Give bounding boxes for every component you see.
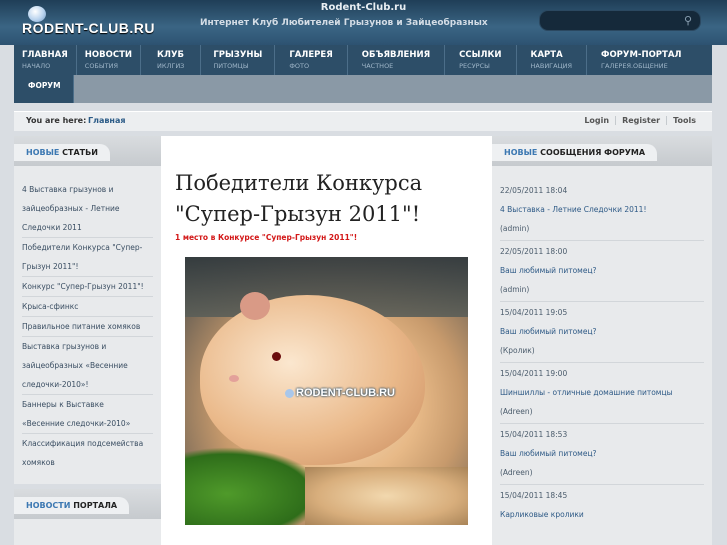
post-author: (Кролик) bbox=[500, 346, 535, 355]
nav-item-ads[interactable]: ОБЪЯВЛЕНИЯ ЧАСТНОЕ bbox=[348, 45, 446, 75]
article-subtitle: 1 место в Конкурсе "Супер-Грызун 2011"! bbox=[175, 233, 358, 242]
nav-item-news[interactable]: НОВОСТИ СОБЫТИЯ bbox=[77, 45, 141, 75]
search-input[interactable]: ⚲ bbox=[539, 10, 701, 31]
list-item[interactable]: Победители Конкурса "Супер- bbox=[22, 238, 153, 257]
new-articles-tab: НОВЫЕ СТАТЬИ bbox=[14, 144, 110, 161]
list-item[interactable]: хомяков bbox=[22, 453, 153, 472]
post-link[interactable]: 4 Выставка - Летние Следочки 2011! bbox=[500, 202, 704, 217]
list-item[interactable]: следочки-2010»! bbox=[22, 375, 153, 395]
post-date: 15/04/2011 18:45 bbox=[500, 491, 568, 500]
nav-item-forum[interactable]: ФОРУМ bbox=[14, 75, 74, 103]
forum-post: 15/04/2011 19:00 Шиншиллы - отличные дом… bbox=[500, 363, 704, 424]
nav-item-club[interactable]: КЛУБ ИКЛГИЗ bbox=[141, 45, 202, 75]
list-item[interactable]: «Весенние следочки-2010» bbox=[22, 414, 153, 434]
forum-post: 15/04/2011 18:45 Карликовые кролики bbox=[500, 485, 704, 526]
list-item[interactable]: Классификация подсемейства bbox=[22, 434, 153, 453]
nav-subrow: ФОРУМ bbox=[14, 75, 712, 103]
nav-item-gallery[interactable]: ГАЛЕРЕЯ ФОТО bbox=[275, 45, 348, 75]
post-author: (Adreen) bbox=[500, 468, 533, 477]
nav-item-forum-portal[interactable]: ФОРУМ-ПОРТАЛ ГАЛЕРЕЯ.ОБЩЕНИЕ bbox=[587, 45, 689, 75]
post-link[interactable]: Ваш любимый питомец? bbox=[500, 263, 704, 278]
main-nav: ГЛАВНАЯ НАЧАЛО НОВОСТИ СОБЫТИЯ КЛУБ ИКЛГИЗ … bbox=[14, 45, 712, 103]
forum-posts-list: 22/05/2011 18:04 4 Выставка - Летние Сле… bbox=[492, 166, 712, 526]
portal-news-tab: НОВОСТИ ПОРТАЛА bbox=[14, 497, 130, 514]
logo-text: RODENT-CLUB.RU bbox=[22, 20, 155, 36]
nav-item-links[interactable]: ССЫЛКИ РЕСУРСЫ bbox=[445, 45, 517, 75]
post-date: 15/04/2011 18:53 bbox=[500, 430, 568, 439]
register-link[interactable]: Register bbox=[615, 116, 666, 125]
new-articles-header: НОВЫЕ СТАТЬИ bbox=[14, 136, 161, 166]
breadcrumb: You are here: Главная Login Register Too… bbox=[14, 111, 712, 131]
page-title: Победители Конкурса "Супер-Грызун 2011"! bbox=[175, 171, 423, 226]
list-item[interactable]: Выставка грызунов и bbox=[22, 337, 153, 356]
list-item[interactable]: зайцеобразных - Летние bbox=[22, 199, 153, 218]
breadcrumb-home-link[interactable]: Главная bbox=[88, 116, 125, 125]
new-articles-list: 4 Выставка грызунов и зайцеобразных - Ле… bbox=[14, 166, 161, 472]
list-item[interactable]: зайцеобразных «Весенние bbox=[22, 356, 153, 375]
list-item[interactable]: Следочки 2011 bbox=[22, 218, 153, 238]
user-links: Login Register Tools bbox=[578, 116, 702, 125]
post-date: 22/05/2011 18:00 bbox=[500, 247, 568, 256]
hamster-photo[interactable]: RODENT-CLUB.RU bbox=[185, 257, 468, 525]
post-author: (admin) bbox=[500, 224, 530, 233]
post-link[interactable]: Ваш любимый питомец? bbox=[500, 324, 704, 339]
forum-post: 15/04/2011 18:53 Ваш любимый питомец? (A… bbox=[500, 424, 704, 485]
portal-news-box: НОВОСТИ ПОРТАЛА bbox=[14, 489, 161, 545]
forum-posts-tab: НОВЫЕ СООБЩЕНИЯ ФОРУМА bbox=[492, 144, 658, 161]
list-item[interactable]: 4 Выставка грызунов и bbox=[22, 180, 153, 199]
breadcrumb-label: You are here: bbox=[26, 116, 87, 125]
forum-posts-header: НОВЫЕ СООБЩЕНИЯ ФОРУМА bbox=[492, 136, 712, 166]
post-author: (admin) bbox=[500, 285, 530, 294]
nav-item-map[interactable]: КАРТА НАВИГАЦИЯ bbox=[517, 45, 588, 75]
tools-link[interactable]: Tools bbox=[666, 116, 702, 125]
forum-post: 22/05/2011 18:00 Ваш любимый питомец? (a… bbox=[500, 241, 704, 302]
nav-item-rodents[interactable]: ГРЫЗУНЫ ПИТОМЦЫ bbox=[201, 45, 276, 75]
list-item[interactable]: Правильное питание хомяков bbox=[22, 317, 153, 337]
post-date: 22/05/2011 18:04 bbox=[500, 186, 568, 195]
list-item[interactable]: Грызун 2011"! bbox=[22, 257, 153, 277]
post-link[interactable]: Карликовые кролики bbox=[500, 507, 704, 522]
photo-watermark: RODENT-CLUB.RU bbox=[285, 387, 395, 399]
site-header: RODENT-CLUB.RU Rodent-Club.ru Интернет К… bbox=[0, 0, 727, 45]
forum-post: 15/04/2011 19:05 Ваш любимый питомец? (К… bbox=[500, 302, 704, 363]
forum-post: 22/05/2011 18:04 4 Выставка - Летние Сле… bbox=[500, 180, 704, 241]
post-date: 15/04/2011 19:00 bbox=[500, 369, 568, 378]
main-content: Победители Конкурса "Супер-Грызун 2011"!… bbox=[161, 136, 492, 545]
left-sidebar: НОВЫЕ СТАТЬИ 4 Выставка грызунов и зайце… bbox=[14, 136, 161, 484]
site-tagline: Интернет Клуб Любителей Грызунов и Зайце… bbox=[200, 18, 488, 28]
mascot-icon bbox=[285, 388, 294, 398]
login-link[interactable]: Login bbox=[578, 116, 615, 125]
list-item[interactable]: Конкурс "Супер-Грызун 2011"! bbox=[22, 277, 153, 297]
post-date: 15/04/2011 19:05 bbox=[500, 308, 568, 317]
portal-news-header: НОВОСТИ ПОРТАЛА bbox=[14, 489, 161, 519]
search-icon[interactable]: ⚲ bbox=[684, 14, 692, 27]
right-sidebar: НОВЫЕ СООБЩЕНИЯ ФОРУМА 22/05/2011 18:04 … bbox=[492, 136, 712, 545]
post-link[interactable]: Ваш любимый питомец? bbox=[500, 446, 704, 461]
post-author: (Adreen) bbox=[500, 407, 533, 416]
nav-item-home[interactable]: ГЛАВНАЯ НАЧАЛО bbox=[14, 45, 77, 75]
nav-row: ГЛАВНАЯ НАЧАЛО НОВОСТИ СОБЫТИЯ КЛУБ ИКЛГИЗ … bbox=[14, 45, 689, 75]
list-item[interactable]: Баннеры к Выставке bbox=[22, 395, 153, 414]
post-link[interactable]: Шиншиллы - отличные домашние питомцы bbox=[500, 385, 704, 400]
list-item[interactable]: Крыса-сфинкс bbox=[22, 297, 153, 317]
